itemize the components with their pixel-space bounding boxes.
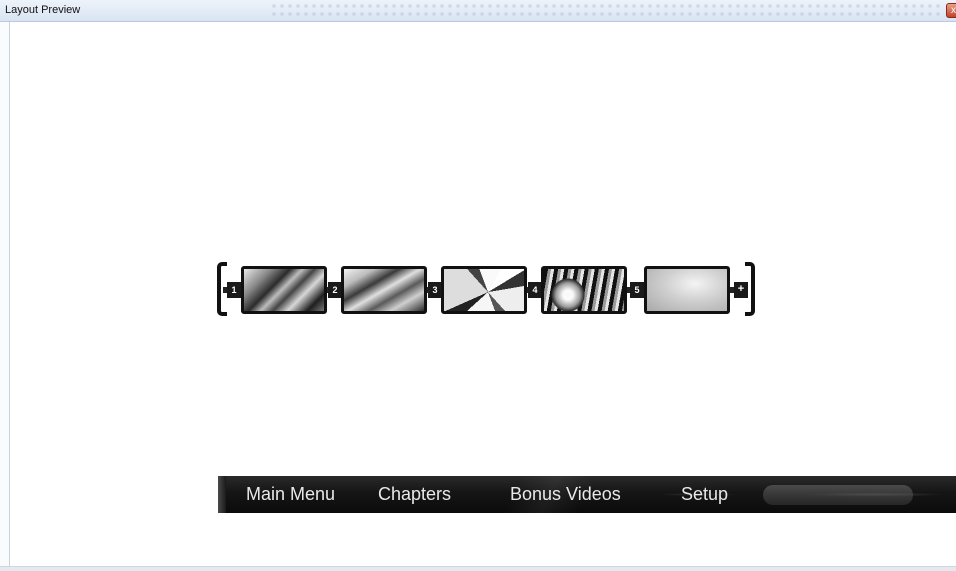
chapter-thumbnail-1[interactable]: [241, 266, 327, 314]
chapter-number-2: 2: [328, 282, 342, 298]
right-bracket-icon: [745, 262, 755, 316]
machine-ornament-icon: [763, 485, 913, 505]
chapter-thumbnail-4[interactable]: [541, 266, 627, 314]
chapter-number-4: 4: [528, 282, 542, 298]
titlebar-pattern: [270, 2, 940, 20]
chapter-number-3: 3: [428, 282, 442, 298]
window-frame-left: [0, 22, 10, 568]
window-frame-bottom: [0, 566, 956, 571]
close-button[interactable]: x: [946, 3, 956, 18]
window-title: Layout Preview: [5, 4, 81, 16]
menu-bar: Main Menu Chapters Bonus Videos Setup: [218, 476, 956, 513]
chapter-thumbnail-5[interactable]: [644, 266, 730, 314]
chapter-number-1: 1: [227, 282, 241, 298]
menu-item-bonus-videos[interactable]: Bonus Videos: [510, 484, 621, 505]
menu-item-main-menu[interactable]: Main Menu: [246, 484, 335, 505]
chapter-thumbnail-2[interactable]: [341, 266, 427, 314]
menu-item-chapters[interactable]: Chapters: [378, 484, 451, 505]
chapter-thumbnail-3[interactable]: [441, 266, 527, 314]
window-titlebar: Layout Preview x: [0, 0, 956, 22]
chapter-strip: 1 2 3 4 5 +: [217, 262, 757, 318]
close-icon: x: [951, 5, 956, 16]
chapter-number-5: 5: [630, 282, 644, 298]
menu-bar-edge: [218, 476, 226, 513]
menu-item-setup[interactable]: Setup: [681, 484, 728, 505]
